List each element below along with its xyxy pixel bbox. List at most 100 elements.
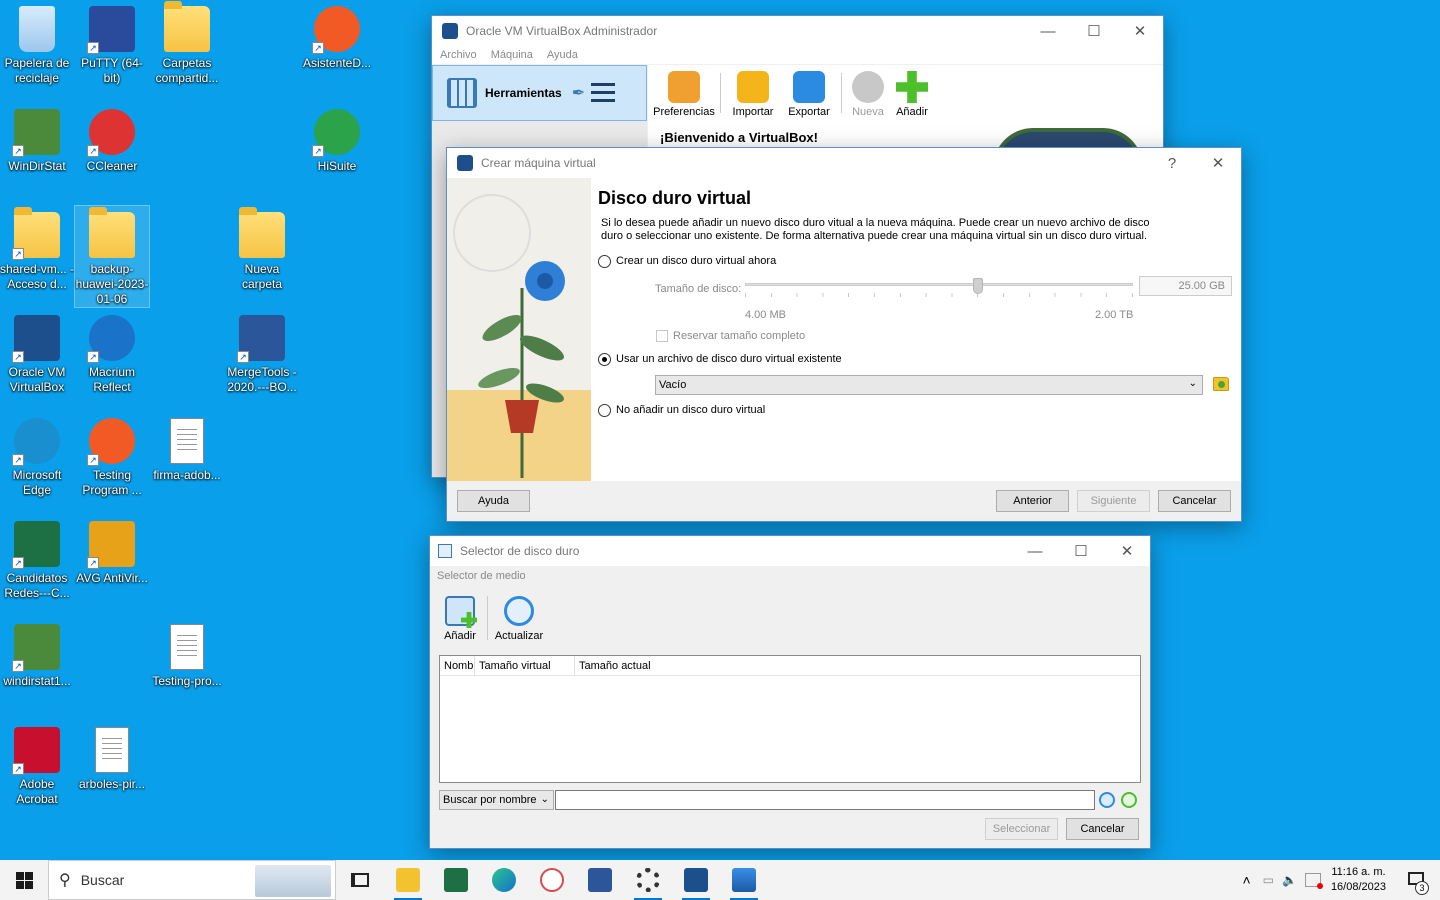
close-button[interactable]: ✕ [1195, 148, 1241, 178]
list-menu-icon[interactable] [591, 83, 616, 103]
desktop-icon-new-folder[interactable]: Nueva carpeta [225, 206, 299, 292]
photos-icon [732, 868, 756, 892]
disk-selector-window[interactable]: Selector de disco duro — ☐ ✕ Selector de… [429, 535, 1151, 849]
existing-disk-select[interactable]: Vacío ⌄ [655, 375, 1203, 395]
search-backward-icon[interactable] [1121, 792, 1137, 808]
wizard-body: Disco duro virtual Si lo desea puede aña… [447, 178, 1241, 481]
desktop-icon-firma-adobe-doc[interactable]: firma-adob... [150, 412, 224, 483]
desktop-icon-putty[interactable]: ↗ PuTTY (64-bit) [75, 0, 149, 86]
toolbar-separator [487, 596, 488, 640]
slider-thumb[interactable] [972, 278, 983, 294]
existing-disk-radio[interactable] [598, 353, 611, 366]
back-button[interactable]: Anterior [996, 490, 1069, 512]
desktop-icon-windirstat[interactable]: ↗ WinDirStat [0, 103, 74, 174]
choose-disk-file-icon[interactable] [1213, 377, 1229, 391]
desktop-icon-avg-antivirus[interactable]: ↗ AVG AntiVir... [75, 515, 149, 586]
close-button[interactable]: ✕ [1117, 16, 1163, 46]
ccleaner-icon: ↗ [87, 109, 135, 157]
toolbar-separator [720, 73, 721, 113]
desktop-icon-mergetools-doc[interactable]: ↗ MergeTools - 2020.---BO... [225, 309, 299, 395]
desktop-icon-hisuite[interactable]: ↗ HiSuite [300, 103, 374, 174]
notification-center-button[interactable]: 3 [1400, 860, 1440, 900]
taskbar-virtualbox[interactable] [672, 860, 720, 900]
import-button[interactable]: Importar [725, 65, 781, 121]
shortcut-arrow-icon: ↗ [12, 660, 24, 672]
vbox-manager-titlebar[interactable]: Oracle VM VirtualBox Administrador — ☐ ✕ [432, 16, 1163, 46]
minimize-button[interactable]: — [1025, 16, 1071, 46]
help-button[interactable]: Ayuda [457, 490, 530, 512]
desktop-icon-shared-vm-shortcut[interactable]: ↗ shared-vm... - Acceso d... [0, 206, 74, 292]
desktop-icon-backup-huawei-folder[interactable]: backup-huawei-2023-01-06 [74, 205, 150, 308]
add-button[interactable]: Añadir [890, 65, 934, 121]
maximize-button[interactable]: ☐ [1058, 536, 1104, 566]
record-icon[interactable] [1304, 873, 1323, 889]
new-button[interactable]: Nueva [846, 65, 890, 121]
shortcut-arrow-icon: ↗ [87, 351, 99, 363]
create-vm-wizard[interactable]: Crear máquina virtual ? ✕ Disco duro vir… [446, 147, 1242, 522]
search-input[interactable] [555, 790, 1095, 810]
minimize-button[interactable]: — [1012, 536, 1058, 566]
existing-disk-label[interactable]: Usar un archivo de disco duro virtual ex… [616, 353, 842, 365]
wizard-titlebar[interactable]: Crear máquina virtual ? ✕ [447, 148, 1241, 178]
list-header: Nomb Tamaño virtual Tamaño actual [440, 656, 1140, 676]
start-button[interactable] [0, 860, 48, 900]
desktop-icon-asistente[interactable]: ↗ AsistenteD... [300, 0, 374, 71]
desktop-icon-macrium-reflect[interactable]: ↗ Macrium Reflect [75, 309, 149, 395]
add-disk-button[interactable]: Añadir [439, 596, 481, 642]
taskbar-search[interactable]: ⚲ Buscar [48, 860, 336, 900]
desktop-icon-arboles-doc[interactable]: arboles-pir... [75, 721, 149, 792]
preferences-button[interactable]: Preferencias [652, 65, 716, 121]
column-name[interactable]: Nomb [440, 656, 475, 675]
export-button[interactable]: Exportar [781, 65, 837, 121]
desktop-icon-microsoft-edge[interactable]: ↗ Microsoft Edge [0, 412, 74, 498]
cancel-button[interactable]: Cancelar [1158, 490, 1231, 512]
taskbar-file-explorer[interactable] [384, 860, 432, 900]
maximize-button[interactable]: ☐ [1071, 16, 1117, 46]
search-mode-select[interactable]: Buscar por nombre ⌄ [439, 790, 554, 810]
search-forward-icon[interactable] [1099, 792, 1115, 808]
desktop-icon-candidatos-excel[interactable]: ↗ Candidatos Redes---C... [0, 515, 74, 601]
taskbar-settings[interactable] [624, 860, 672, 900]
no-disk-label[interactable]: No añadir un disco duro virtual [616, 404, 765, 416]
desktop-icon-adobe-acrobat[interactable]: ↗ Adobe Acrobat [0, 721, 74, 807]
disk-size-slider[interactable] [745, 278, 1133, 300]
cancel-button[interactable]: Cancelar [1066, 818, 1139, 840]
select-button[interactable]: Seleccionar [985, 818, 1058, 840]
taskbar-snipping-tool[interactable] [528, 860, 576, 900]
no-disk-radio[interactable] [598, 404, 611, 417]
close-button[interactable]: ✕ [1104, 536, 1150, 566]
taskbar-excel[interactable] [432, 860, 480, 900]
reserve-checkbox[interactable] [656, 330, 668, 342]
desktop-icon-testing-pro-doc[interactable]: Testing-pro... [150, 618, 224, 689]
clock[interactable]: 11:16 a. m. 16/08/2023 [1331, 865, 1386, 895]
edge-icon [492, 868, 516, 892]
next-button[interactable]: Siguiente [1077, 490, 1150, 512]
column-actual-size[interactable]: Tamaño actual [575, 656, 695, 675]
refresh-button[interactable]: Actualizar [494, 596, 544, 642]
selector-titlebar[interactable]: Selector de disco duro — ☐ ✕ [430, 536, 1150, 566]
taskbar-edge[interactable] [480, 860, 528, 900]
disk-size-field[interactable]: 25.00 GB [1139, 276, 1232, 296]
network-icon[interactable]: ▭ [1263, 873, 1274, 887]
menu-maquina[interactable]: Máquina [491, 49, 533, 61]
chevron-up-icon[interactable]: ˄ [1242, 872, 1250, 888]
desktop-icon-recycle-bin[interactable]: Papelera de reciclaje [0, 0, 74, 86]
desktop-icon-windirstat-file[interactable]: ↗ windirstat1... [0, 618, 74, 689]
task-view-button[interactable] [336, 860, 384, 900]
menu-ayuda[interactable]: Ayuda [547, 49, 578, 61]
pin-icon[interactable]: ✒ [572, 83, 585, 103]
create-disk-radio[interactable] [598, 255, 611, 268]
desktop-icon-shared-folders[interactable]: Carpetas compartid... [150, 0, 224, 86]
volume-icon[interactable]: 🔈 [1282, 873, 1297, 887]
help-icon[interactable]: ? [1149, 148, 1195, 178]
create-disk-label[interactable]: Crear un disco duro virtual ahora [616, 255, 776, 267]
tools-item[interactable]: Herramientas ✒ [432, 65, 647, 121]
column-virtual-size[interactable]: Tamaño virtual [475, 656, 575, 675]
taskbar-photos[interactable] [720, 860, 768, 900]
desktop-icon-testing-program[interactable]: ↗ Testing Program ... [75, 412, 149, 498]
desktop-icon-oracle-vm-virtualbox[interactable]: ↗ Oracle VM VirtualBox [0, 309, 74, 395]
desktop-icon-ccleaner[interactable]: ↗ CCleaner [75, 103, 149, 174]
menu-archivo[interactable]: Archivo [440, 49, 477, 61]
taskbar-word[interactable] [576, 860, 624, 900]
disk-list[interactable]: Nomb Tamaño virtual Tamaño actual [439, 655, 1141, 783]
